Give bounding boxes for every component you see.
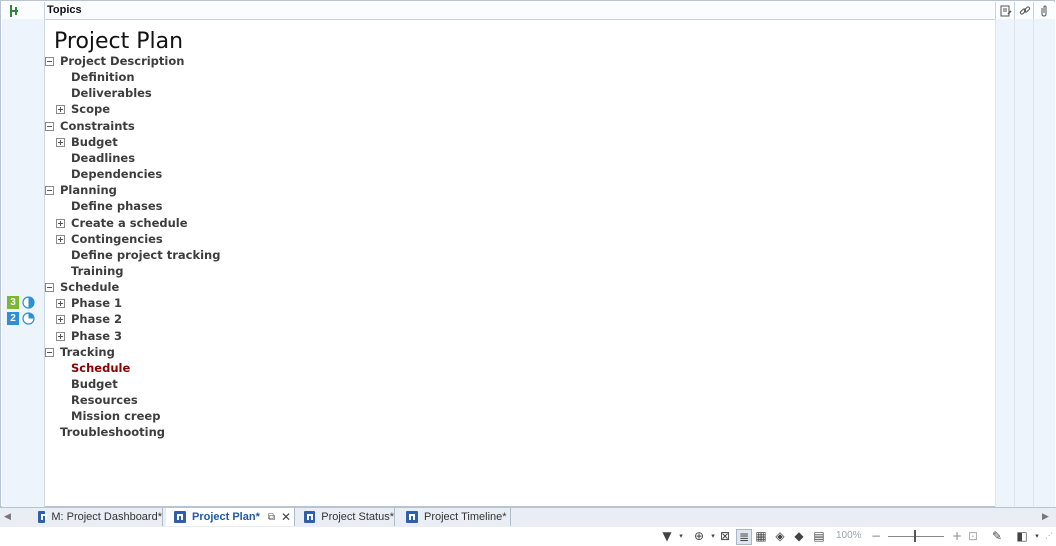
link-icon bbox=[1019, 5, 1030, 15]
expand-icon[interactable] bbox=[56, 219, 65, 228]
tab-project-plan[interactable]: Project Plan* ⧉ ✕ bbox=[166, 508, 295, 526]
tab-label: Project Status* bbox=[321, 511, 394, 523]
outline-topic[interactable]: Define phases bbox=[71, 199, 163, 213]
fit-page-icon[interactable]: ⊡ bbox=[966, 529, 980, 543]
expand-icon[interactable] bbox=[56, 235, 65, 244]
links-column-header[interactable] bbox=[1014, 2, 1034, 19]
collapse-icon[interactable] bbox=[45, 186, 54, 195]
zoom-slider-track[interactable] bbox=[888, 536, 944, 537]
document-icon bbox=[406, 511, 418, 523]
close-tab-icon[interactable]: ✕ bbox=[281, 510, 291, 524]
document-tab-bar: ◀ ▶ M: Project Dashboard* Project Plan* … bbox=[0, 507, 1056, 528]
tab-project-timeline[interactable]: Project Timeline* bbox=[398, 508, 511, 526]
outline-topic[interactable]: Contingencies bbox=[71, 232, 163, 246]
notes-column bbox=[995, 19, 1015, 507]
notes-column-header[interactable] bbox=[995, 2, 1015, 19]
tab-project-status[interactable]: Project Status* bbox=[296, 508, 395, 526]
resize-grip-icon: ⋰ bbox=[1045, 531, 1053, 540]
outline-content: Project Plan Project Description Definiti… bbox=[45, 19, 996, 507]
expand-icon[interactable] bbox=[56, 315, 65, 324]
tab-scroll-left-icon[interactable]: ◀ bbox=[4, 512, 11, 522]
status-bar: ▼ ▾ ⊕ ▾ ⊠ ≣ ▦ ◈ ◆ ▤ 100% − + ⊡ ✎ ◧ ▾ ⋰ bbox=[0, 527, 1056, 546]
zoom-in-icon[interactable]: + bbox=[950, 529, 964, 543]
add-topic-icon[interactable] bbox=[7, 4, 21, 18]
outline-topic[interactable]: Create a schedule bbox=[71, 216, 188, 230]
outline-topic[interactable]: Definition bbox=[71, 70, 135, 84]
filter-icon[interactable]: ▼ bbox=[660, 529, 674, 543]
outline-topic[interactable]: Phase 1 bbox=[71, 296, 122, 310]
outline-topic[interactable]: Training bbox=[71, 264, 124, 278]
expand-icon[interactable] bbox=[56, 332, 65, 341]
document-icon bbox=[38, 511, 48, 523]
priority-badge[interactable]: 3 bbox=[7, 296, 19, 309]
outline-topic[interactable]: Phase 3 bbox=[71, 329, 122, 343]
attachments-column-header[interactable] bbox=[1033, 2, 1053, 19]
outline-topic[interactable]: Define project tracking bbox=[71, 248, 220, 262]
outline-view-icon[interactable]: ≣ bbox=[736, 529, 752, 545]
tab-project-dashboard[interactable]: M: Project Dashboard* bbox=[30, 508, 163, 526]
outline-topic[interactable]: Resources bbox=[71, 393, 138, 407]
marker-gutter bbox=[2, 19, 45, 507]
progress-pie-icon[interactable] bbox=[22, 296, 35, 309]
add-topic-corner[interactable] bbox=[2, 2, 45, 19]
expand-icon[interactable] bbox=[56, 105, 65, 114]
tab-scroll-right-icon[interactable]: ▶ bbox=[1042, 512, 1049, 522]
document-icon bbox=[174, 511, 186, 523]
dashboard-view-icon[interactable]: ◈ bbox=[773, 529, 787, 543]
tab-label: Project Timeline* bbox=[424, 511, 507, 523]
outline-panel: Topics Project Plan Project Description D… bbox=[0, 0, 1055, 507]
attachments-column bbox=[1033, 19, 1055, 507]
zoom-out-icon[interactable]: − bbox=[869, 529, 883, 543]
brush-icon[interactable]: ✎ bbox=[990, 529, 1004, 543]
gantt-view-icon[interactable]: ▤ bbox=[812, 529, 826, 543]
outline-topic[interactable]: Planning bbox=[60, 183, 117, 197]
tag-view-icon[interactable]: ◆ bbox=[792, 529, 806, 543]
outline-topic[interactable]: Mission creep bbox=[71, 409, 160, 423]
outline-topic[interactable]: Budget bbox=[71, 377, 118, 391]
outline-topic[interactable]: Scope bbox=[71, 102, 110, 116]
notes-icon bbox=[1000, 5, 1012, 16]
column-header-topics[interactable]: Topics bbox=[47, 4, 82, 16]
root-topic[interactable]: Project Plan bbox=[54, 29, 183, 54]
outline-topic[interactable]: Phase 2 bbox=[71, 312, 122, 326]
collapse-icon[interactable] bbox=[45, 57, 54, 66]
expand-icon[interactable] bbox=[56, 138, 65, 147]
links-column bbox=[1014, 19, 1034, 507]
filter-dropdown-icon[interactable]: ▾ bbox=[674, 529, 688, 543]
collapse-icon[interactable] bbox=[45, 348, 54, 357]
outline-topic[interactable]: Schedule bbox=[60, 280, 119, 294]
expand-icon[interactable] bbox=[56, 299, 65, 308]
collapse-icon[interactable] bbox=[45, 283, 54, 292]
zoom-slider-thumb[interactable] bbox=[914, 530, 916, 542]
calendar-view-icon[interactable]: ▦ bbox=[754, 529, 768, 543]
tab-label: Project Plan* bbox=[192, 511, 260, 523]
paperclip-icon bbox=[1041, 4, 1046, 17]
outline-topic[interactable]: Tracking bbox=[60, 345, 115, 359]
document-icon bbox=[304, 511, 316, 523]
outline-topic[interactable]: Deliverables bbox=[71, 86, 152, 100]
outline-topic[interactable]: Dependencies bbox=[71, 167, 162, 181]
task-pane-icon[interactable]: ◧ bbox=[1015, 529, 1029, 543]
tab-label: M: Project Dashboard* bbox=[51, 511, 162, 523]
zoom-level: 100% bbox=[836, 530, 862, 541]
outline-topic[interactable]: Troubleshooting bbox=[60, 425, 165, 439]
collapse-icon[interactable] bbox=[45, 122, 54, 131]
outline-topic[interactable]: Project Description bbox=[60, 54, 184, 68]
add-topic-status-icon[interactable]: ⊕ bbox=[692, 529, 706, 543]
priority-badge[interactable]: 2 bbox=[7, 312, 19, 325]
fit-map-icon[interactable]: ⊠ bbox=[718, 529, 732, 543]
float-tab-icon[interactable]: ⧉ bbox=[268, 512, 275, 523]
outline-topic[interactable]: Deadlines bbox=[71, 151, 135, 165]
outline-topic[interactable]: Constraints bbox=[60, 119, 135, 133]
outline-topic[interactable]: Schedule bbox=[71, 361, 130, 375]
progress-pie-icon[interactable] bbox=[22, 312, 35, 325]
column-header-row: Topics bbox=[2, 2, 1055, 20]
outline-topic[interactable]: Budget bbox=[71, 135, 118, 149]
